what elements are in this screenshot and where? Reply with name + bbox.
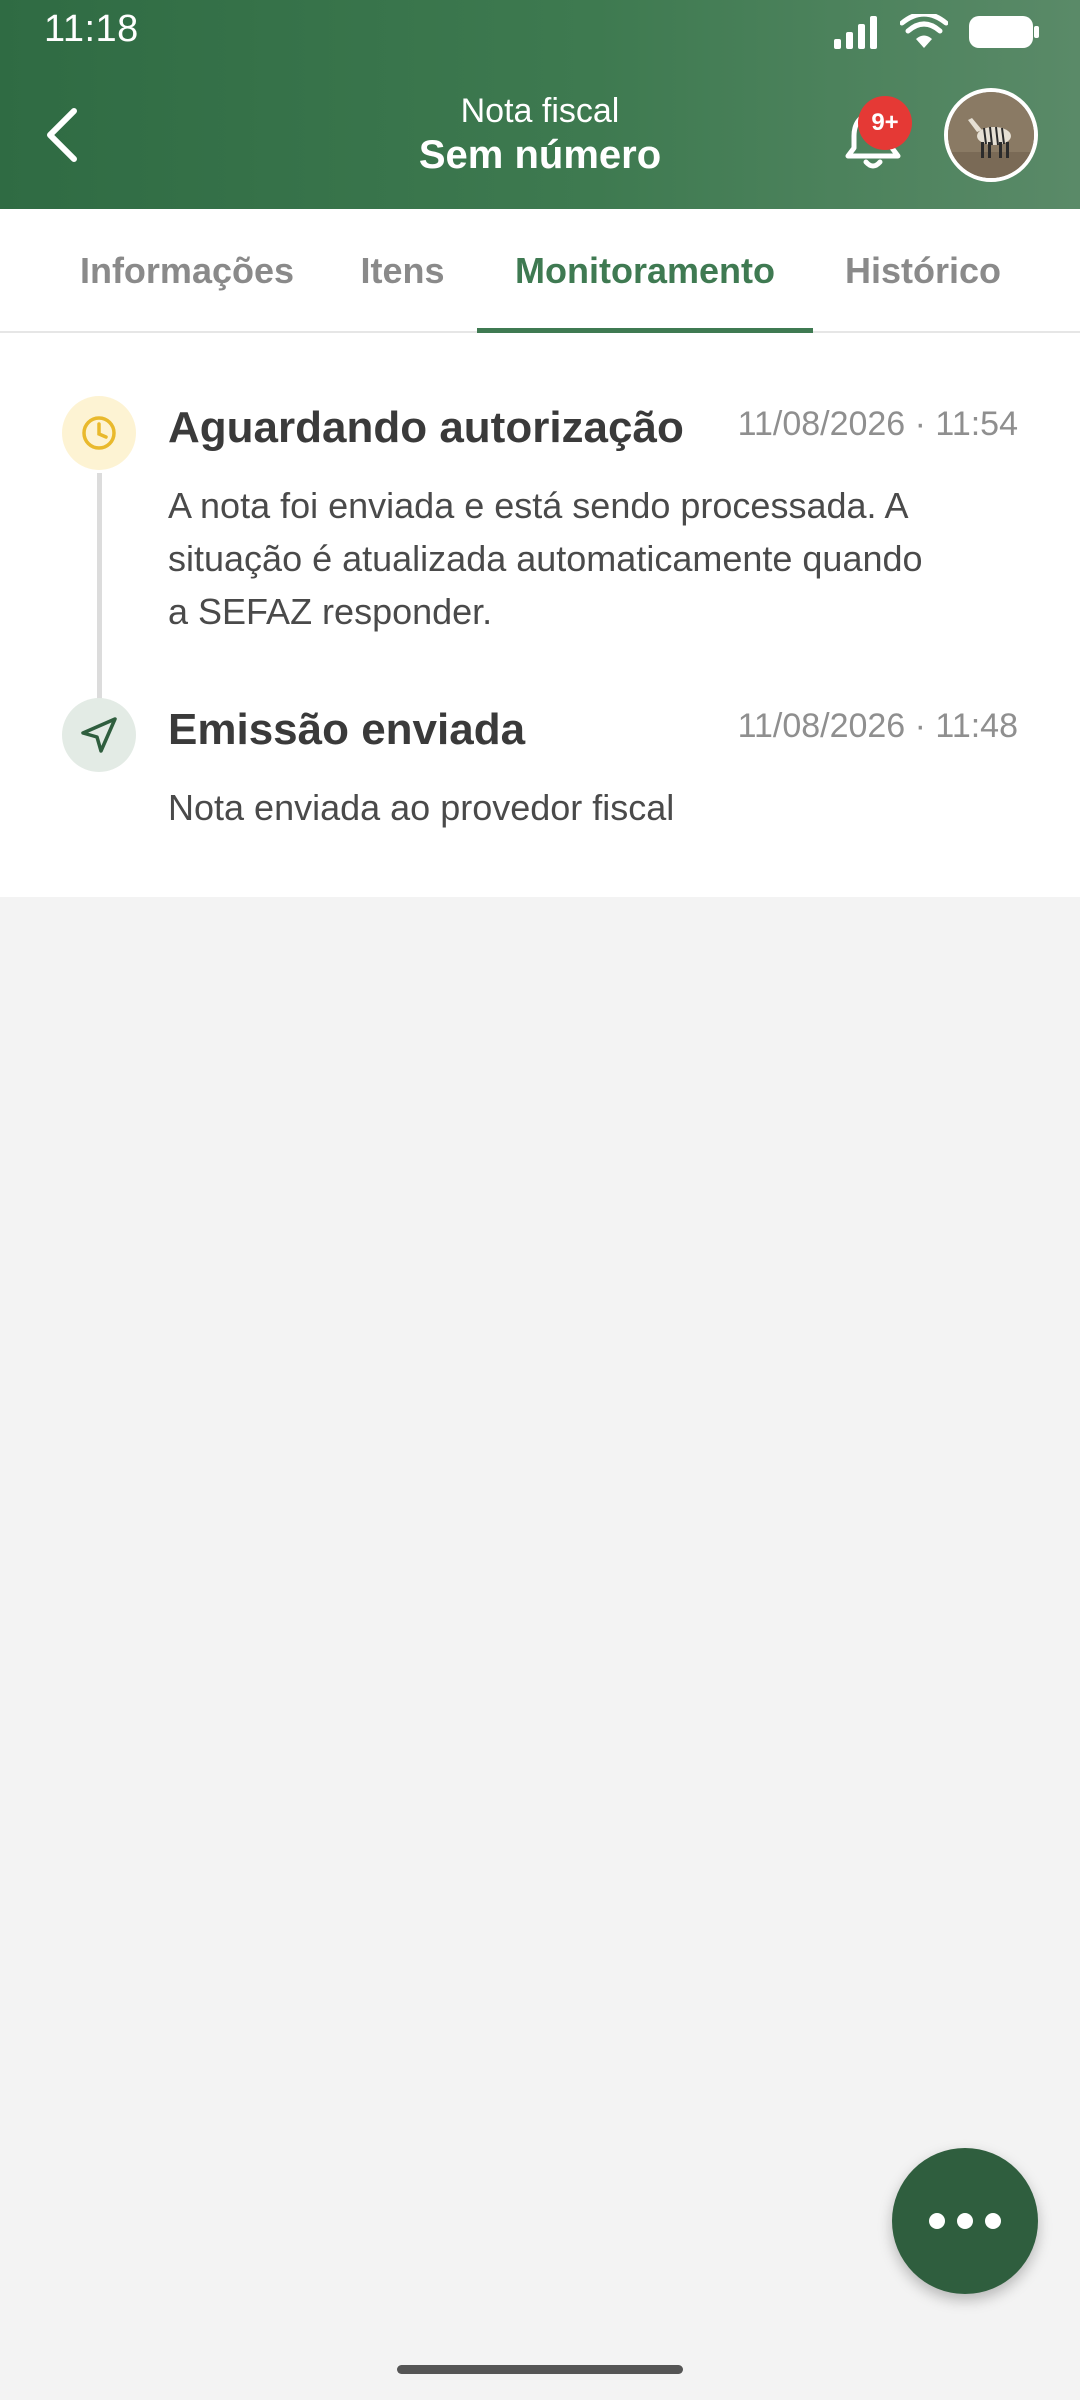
event-description: A nota foi enviada e está sendo processa… — [168, 479, 923, 638]
more-horizontal-icon — [929, 2213, 1001, 2229]
tab-monitoramento[interactable]: Monitoramento — [477, 209, 813, 333]
more-actions-button[interactable] — [892, 2148, 1038, 2294]
avatar[interactable] — [944, 88, 1038, 182]
event-status-icon — [62, 698, 136, 772]
screen: 11:18 Nota fiscal Sem número 9+ Informaç… — [0, 0, 1080, 2400]
wifi-icon — [900, 14, 948, 48]
tab-itens[interactable]: Itens — [345, 209, 460, 333]
signal-icon — [834, 16, 877, 49]
event-date: 11/08/2026 · 11:54 — [737, 405, 1018, 443]
event-description: Nota enviada ao provedor fiscal — [168, 781, 674, 834]
header-title: Nota fiscal Sem número — [290, 90, 790, 178]
tab-historico[interactable]: Histórico — [830, 209, 1016, 333]
event-description-line: situação é atualizada automaticamente qu… — [168, 538, 923, 579]
app-header: 11:18 Nota fiscal Sem número 9+ — [0, 0, 1080, 209]
timeline-connector — [97, 473, 102, 705]
chevron-left-icon — [47, 108, 77, 162]
notification-badge: 9+ — [858, 96, 912, 150]
event-description-line: a SEFAZ responder. — [168, 591, 493, 632]
home-indicator[interactable] — [397, 2365, 683, 2374]
event-status-icon — [62, 396, 136, 470]
header-subtitle: Nota fiscal — [460, 92, 620, 130]
battery-icon — [969, 16, 1039, 48]
send-icon — [81, 717, 117, 753]
header-main-title: Sem número — [418, 133, 662, 177]
tab-informacoes[interactable]: Informações — [62, 209, 312, 333]
event-date: 11/08/2026 · 11:48 — [737, 707, 1018, 745]
status-time: 11:18 — [44, 8, 139, 50]
event-description-line: A nota foi enviada e está sendo processa… — [168, 485, 909, 526]
monitoring-timeline: Aguardando autorização 11/08/2026 · 11:5… — [0, 333, 1080, 897]
event-title: Aguardando autorização — [168, 403, 684, 452]
zebra-avatar-image — [948, 92, 1034, 178]
status-icons — [834, 12, 1040, 52]
clock-icon — [82, 416, 116, 450]
event-title: Emissão enviada — [168, 705, 526, 754]
event-description-line: Nota enviada ao provedor fiscal — [168, 787, 675, 828]
back-button[interactable] — [30, 100, 94, 170]
tab-bar: Informações Itens Monitoramento Históric… — [0, 209, 1080, 333]
